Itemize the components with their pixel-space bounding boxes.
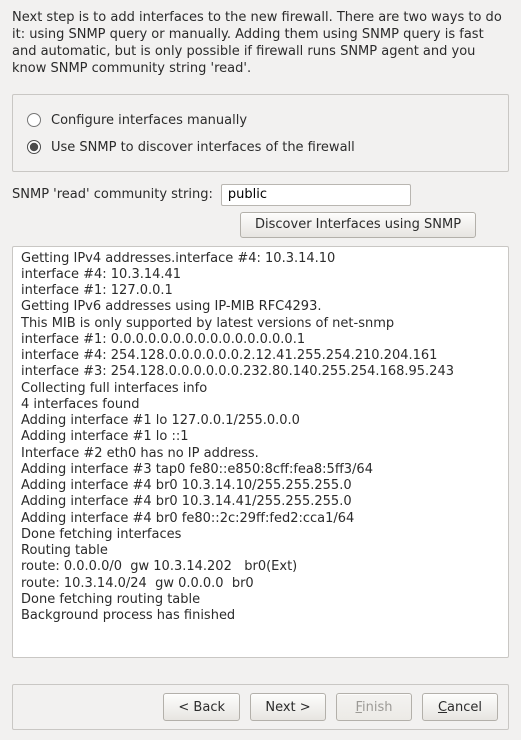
back-button[interactable]: < Back — [163, 693, 240, 721]
snmp-community-label: SNMP 'read' community string: — [12, 187, 213, 202]
wizard-button-bar: < Back Next > Finish Cancel — [12, 684, 509, 730]
snmp-community-input[interactable] — [221, 184, 411, 206]
use-snmp-label[interactable]: Use SNMP to discover interfaces of the f… — [51, 140, 355, 155]
cancel-button[interactable]: Cancel — [422, 693, 498, 721]
next-button[interactable]: Next > — [250, 693, 326, 721]
configure-manually-label[interactable]: Configure interfaces manually — [51, 113, 247, 128]
configure-manually-radio[interactable] — [27, 113, 41, 127]
interface-method-panel: Configure interfaces manually Use SNMP t… — [12, 94, 509, 172]
finish-button: Finish — [336, 693, 412, 721]
snmp-log-output[interactable]: Getting IPv4 addresses.interface #4: 10.… — [12, 246, 509, 658]
use-snmp-radio[interactable] — [27, 140, 41, 154]
intro-text: Next step is to add interfaces to the ne… — [12, 10, 509, 78]
discover-interfaces-button[interactable]: Discover Interfaces using SNMP — [240, 212, 476, 238]
